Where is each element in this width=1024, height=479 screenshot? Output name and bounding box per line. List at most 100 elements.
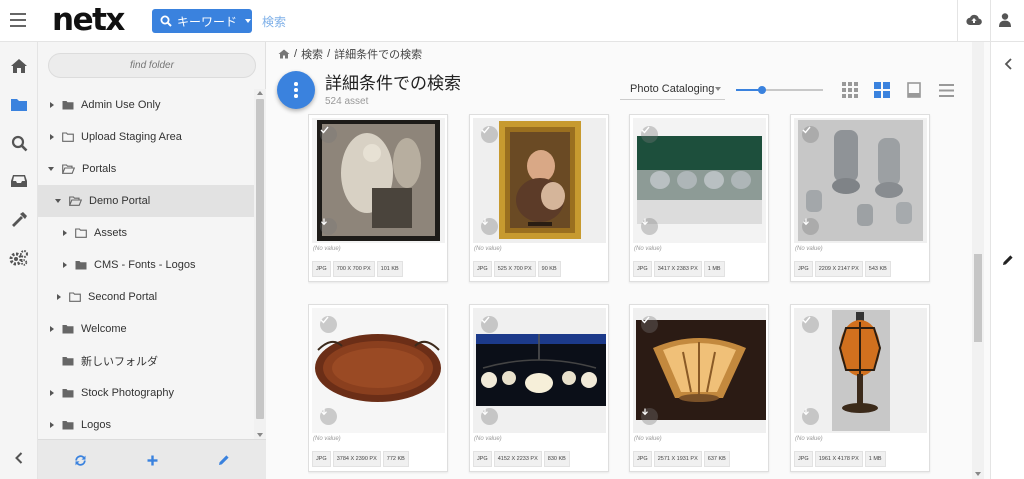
tree-item-label: Second Portal — [88, 291, 158, 303]
zoom-slider[interactable] — [736, 86, 823, 94]
small-grid-view-icon[interactable] — [841, 81, 859, 99]
find-folder-input[interactable] — [48, 53, 256, 78]
pencil-icon[interactable] — [1000, 252, 1016, 268]
tree-item-portals[interactable]: Portals — [38, 153, 254, 185]
expand-triangle-icon[interactable] — [63, 230, 67, 236]
asset-card[interactable]: (No value) JPG 2209 X 2147 PX 543 KB — [790, 114, 930, 282]
settings-icon[interactable] — [9, 248, 29, 268]
tools-icon[interactable] — [9, 209, 29, 229]
home-icon[interactable] — [9, 56, 29, 76]
collapse-triangle-icon[interactable] — [48, 167, 54, 171]
asset-card[interactable]: (No value) JPG 3784 X 2390 PX 772 KB — [308, 304, 448, 472]
scrollbar-thumb[interactable] — [256, 99, 264, 419]
asset-thumbnail[interactable] — [312, 308, 445, 433]
chevron-left-icon[interactable] — [1000, 56, 1016, 72]
asset-thumbnail[interactable] — [473, 118, 606, 243]
tree-item-stock-photography[interactable]: Stock Photography — [38, 377, 254, 409]
expand-triangle-icon[interactable] — [63, 262, 67, 268]
asset-card[interactable]: (No value) JPG 4152 X 2233 PX 830 KB — [469, 304, 609, 472]
breadcrumb-search[interactable]: 検索 — [301, 46, 323, 62]
view-mode-select[interactable]: Photo Cataloging — [620, 78, 725, 100]
select-checkbox[interactable] — [802, 316, 819, 333]
expand-triangle-icon[interactable] — [50, 102, 54, 108]
select-checkbox[interactable] — [802, 126, 819, 143]
tree-item-label: Assets — [94, 227, 128, 239]
netx-logo[interactable]: netx — [52, 2, 125, 38]
asset-thumbnail[interactable] — [312, 118, 445, 243]
tree-item-new-folder[interactable]: 新しいフォルダ — [38, 345, 254, 377]
scroll-down-arrow-icon[interactable] — [257, 433, 263, 437]
file-size-badge: 543 KB — [864, 261, 891, 277]
download-icon[interactable] — [802, 218, 819, 235]
asset-thumbnail[interactable] — [633, 308, 766, 433]
folder-icon[interactable] — [9, 94, 29, 114]
select-checkbox[interactable] — [641, 316, 658, 333]
expand-triangle-icon[interactable] — [50, 422, 54, 428]
breadcrumb-separator: / — [327, 48, 331, 60]
folder-scrollbar[interactable] — [254, 89, 266, 439]
download-icon[interactable] — [802, 408, 819, 425]
actions-menu-button[interactable] — [277, 71, 315, 109]
refresh-icon[interactable] — [72, 452, 88, 468]
tree-item-second-portal[interactable]: Second Portal — [38, 281, 254, 313]
chevron-left-icon[interactable] — [9, 448, 29, 468]
tree-item-upload-staging-area[interactable]: Upload Staging Area — [38, 121, 254, 153]
scroll-down-arrow-icon[interactable] — [975, 472, 981, 476]
asset-thumbnail[interactable] — [794, 118, 927, 243]
download-icon[interactable] — [320, 218, 337, 235]
add-folder-icon[interactable] — [144, 452, 160, 468]
download-icon[interactable] — [641, 408, 658, 425]
home-icon[interactable] — [278, 49, 290, 59]
select-checkbox[interactable] — [320, 316, 337, 333]
download-icon[interactable] — [641, 218, 658, 235]
scroll-up-arrow-icon[interactable] — [257, 91, 263, 95]
search-link[interactable]: 検索 — [262, 13, 286, 30]
collapse-triangle-icon[interactable] — [55, 199, 61, 203]
tree-item-cms-fonts-logos[interactable]: CMS - Fonts - Logos — [38, 249, 254, 281]
tree-item-label: Portals — [82, 163, 117, 175]
select-checkbox[interactable] — [641, 126, 658, 143]
hamburger-menu-icon[interactable] — [10, 13, 26, 27]
main-content: / 検索 / 詳細条件での検索 詳細条件での検索 524 asset Photo… — [266, 42, 990, 479]
tree-item-welcome[interactable]: Welcome — [38, 313, 254, 345]
scrollbar-thumb[interactable] — [974, 254, 982, 342]
asset-thumbnail[interactable] — [473, 308, 606, 433]
user-icon[interactable] — [998, 12, 1012, 33]
asset-thumbnail[interactable] — [794, 308, 927, 433]
asset-card[interactable]: (No value) JPG 525 X 700 PX 90 KB — [469, 114, 609, 282]
expand-triangle-icon[interactable] — [57, 294, 61, 300]
inbox-icon[interactable] — [9, 171, 29, 191]
search-icon[interactable] — [9, 133, 29, 153]
file-size-badge: 637 KB — [703, 451, 730, 467]
download-icon[interactable] — [320, 408, 337, 425]
select-checkbox[interactable] — [481, 126, 498, 143]
main-scrollbar[interactable] — [972, 42, 984, 479]
asset-card[interactable]: (No value) JPG 1961 X 4178 PX 1 MB — [790, 304, 930, 472]
expand-triangle-icon[interactable] — [50, 326, 54, 332]
download-icon[interactable] — [481, 218, 498, 235]
expand-triangle-icon[interactable] — [50, 390, 54, 396]
expand-triangle-icon[interactable] — [50, 134, 54, 140]
single-view-icon[interactable] — [905, 81, 923, 99]
asset-card[interactable]: (No value) JPG 700 X 700 PX 101 KB — [308, 114, 448, 282]
folder-icon — [62, 324, 74, 334]
asset-card[interactable]: (No value) JPG 2571 X 1931 PX 637 KB — [629, 304, 769, 472]
large-grid-view-icon[interactable] — [873, 81, 891, 99]
asset-card[interactable]: (No value) JPG 3417 X 2383 PX 1 MB — [629, 114, 769, 282]
tree-item-assets[interactable]: Assets — [38, 217, 254, 249]
list-view-icon[interactable] — [937, 81, 955, 99]
asset-caption: (No value) — [795, 246, 823, 252]
folder-icon — [62, 100, 74, 110]
select-checkbox[interactable] — [481, 316, 498, 333]
zoom-slider-handle[interactable] — [758, 86, 767, 94]
tree-item-admin-use-only[interactable]: Admin Use Only — [38, 89, 254, 121]
cloud-upload-icon[interactable] — [966, 13, 982, 31]
download-icon[interactable] — [481, 408, 498, 425]
tree-item-logos[interactable]: Logos — [38, 409, 254, 441]
select-checkbox[interactable] — [320, 126, 337, 143]
tree-item-demo-portal[interactable]: Demo Portal — [38, 185, 254, 217]
asset-thumbnail[interactable] — [633, 118, 766, 243]
pencil-icon[interactable] — [216, 452, 232, 468]
keyword-search-button[interactable]: キーワード — [152, 9, 252, 33]
page-title: 詳細条件での検索 — [325, 74, 461, 93]
